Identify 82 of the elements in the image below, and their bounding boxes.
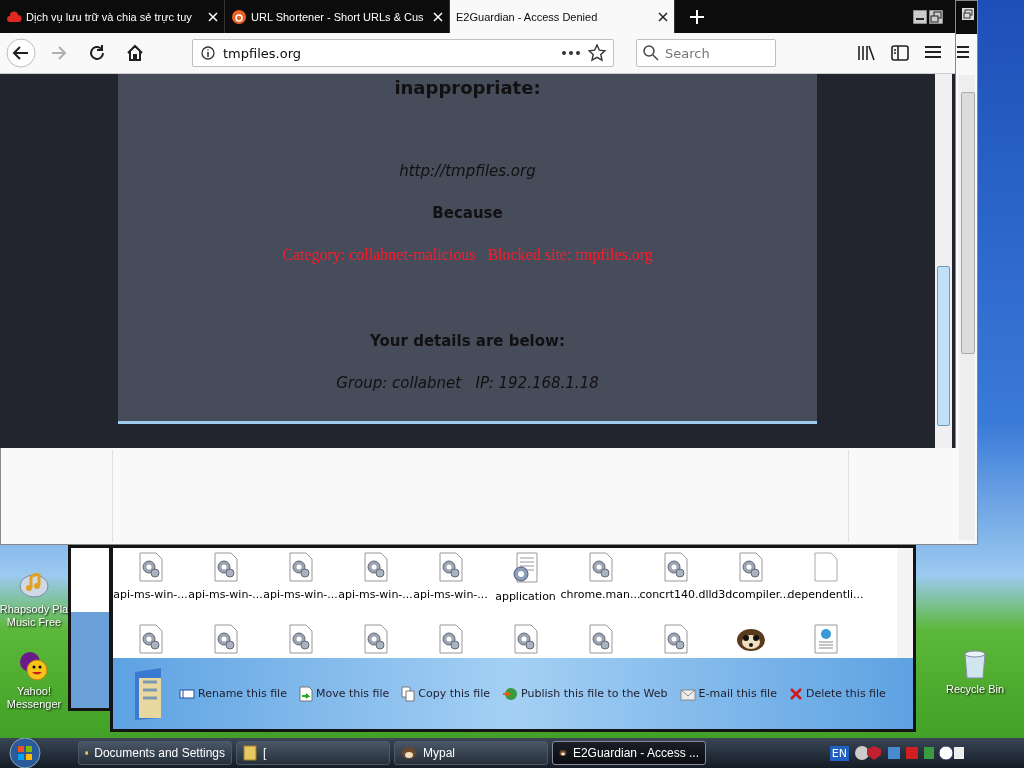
- taskbar-button[interactable]: Documents and Settings: [78, 741, 232, 765]
- gear-file-icon: [212, 552, 239, 582]
- task-link[interactable]: Move this file: [298, 685, 390, 702]
- gear-file-icon: [287, 552, 314, 582]
- globe-icon: [502, 685, 518, 702]
- close-icon[interactable]: [658, 11, 668, 22]
- move-file-icon: [298, 685, 313, 702]
- gear-file-icon: [737, 552, 764, 582]
- cloud-icon: [6, 10, 22, 23]
- language-indicator[interactable]: EN: [829, 745, 849, 761]
- home-icon: [125, 43, 145, 63]
- gear-file-icon: [287, 624, 314, 654]
- recycle-bin-icon: [962, 650, 988, 680]
- logo-icon: [231, 8, 247, 25]
- taskbar-button[interactable]: [: [236, 741, 390, 765]
- gear-file-icon: [662, 552, 689, 582]
- blank-file-icon: [812, 552, 839, 582]
- restore-icon: [962, 8, 974, 20]
- raccoon-icon: [401, 746, 417, 760]
- details-heading: Your details are below:: [370, 332, 565, 350]
- gear-file-icon: [212, 624, 239, 654]
- folder-icon: [243, 745, 257, 761]
- search-icon: [643, 45, 659, 61]
- web-document-icon: [812, 624, 839, 654]
- gear-file-icon: [437, 552, 464, 582]
- back-button[interactable]: [6, 38, 36, 68]
- browser-tab[interactable]: Dịch vụ lưu trữ và chia sẻ trực tuy: [0, 0, 225, 33]
- taskbar-button[interactable]: Mypal: [394, 741, 548, 765]
- scrollbar[interactable]: [897, 548, 913, 658]
- task-link[interactable]: E-mail this file: [679, 686, 777, 701]
- menu-icon[interactable]: [925, 45, 941, 59]
- browser-tab[interactable]: E2Guardian - Access Denied: [450, 0, 675, 33]
- taskbar-button[interactable]: E2Guardian - Access ...: [552, 741, 706, 765]
- file-name[interactable]: application: [495, 590, 556, 603]
- more-icon[interactable]: [562, 51, 580, 55]
- block-reason: Category: collabnet-malicious Blocked site: tmpfiles.org: [282, 246, 653, 264]
- minimize-icon[interactable]: [913, 9, 927, 24]
- user-details: Group: collabnet IP: 192.168.1.18: [336, 374, 599, 392]
- star-icon[interactable]: [588, 44, 606, 62]
- address-field[interactable]: tmpfiles.org: [192, 39, 614, 67]
- gear-file-icon: [437, 624, 464, 654]
- delete-icon: [788, 686, 803, 701]
- info-icon: [201, 46, 215, 60]
- gear-file-icon: [662, 624, 689, 654]
- restore-icon[interactable]: [929, 9, 943, 24]
- scrollbar-thumb[interactable]: [937, 266, 950, 426]
- gear-file-icon: [587, 552, 614, 582]
- gear-file-icon: [362, 624, 389, 654]
- because-label: Because: [432, 204, 503, 222]
- heading: inappropriate:: [394, 77, 541, 98]
- gear-file-icon: [137, 624, 164, 654]
- task-link[interactable]: Rename this file: [179, 687, 287, 700]
- rename-icon: [179, 687, 195, 700]
- task-link[interactable]: Copy this file: [401, 685, 490, 702]
- menu-icon[interactable]: [957, 45, 969, 59]
- gear-document-icon: [510, 552, 541, 584]
- task-link[interactable]: Publish this file to the Web: [502, 685, 668, 702]
- file-name[interactable]: api-ms-win-...: [338, 588, 413, 601]
- gear-file-icon: [137, 552, 164, 582]
- blocked-url: http://tmpfiles.org: [399, 162, 536, 180]
- sidebar-icon[interactable]: [891, 45, 909, 61]
- gear-file-icon: [362, 552, 389, 582]
- tray-icons-drawing[interactable]: [854, 743, 964, 763]
- file-name[interactable]: api-ms-win-...: [413, 588, 488, 601]
- library-icon[interactable]: [857, 45, 875, 61]
- gear-file-icon: [587, 624, 614, 654]
- copy-icon: [401, 685, 416, 702]
- gear-file-icon: [512, 624, 539, 654]
- file-name[interactable]: d3dcompiler...: [711, 588, 790, 601]
- file-name[interactable]: api-ms-win-...: [263, 588, 338, 601]
- task-link[interactable]: Delete this file: [788, 686, 886, 701]
- reload-icon: [87, 43, 107, 63]
- file-name[interactable]: concrt140.dll: [639, 588, 712, 601]
- file-name[interactable]: api-ms-win-...: [113, 588, 188, 601]
- file-name[interactable]: api-ms-win-...: [188, 588, 263, 601]
- scrollbar-thumb[interactable]: [961, 92, 975, 354]
- smiley-icon: [18, 650, 50, 682]
- search-field[interactable]: Search: [636, 39, 776, 67]
- envelope-icon: [679, 686, 696, 701]
- file-name[interactable]: chrome.man...: [560, 588, 641, 601]
- file-name[interactable]: dependentli...: [787, 588, 864, 601]
- start-button[interactable]: [6, 738, 44, 768]
